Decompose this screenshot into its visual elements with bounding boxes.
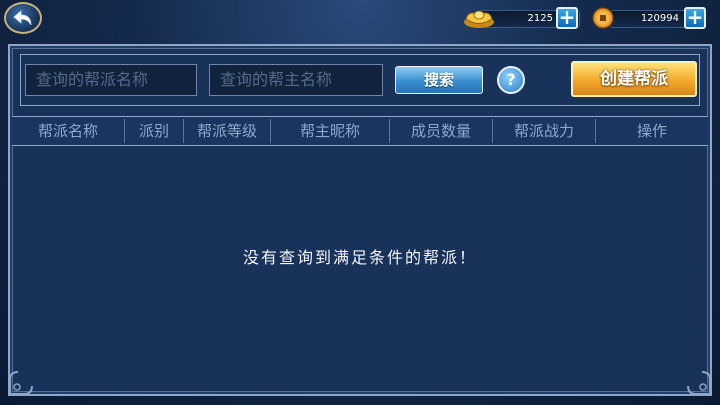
corner-ornament-icon xyxy=(687,371,711,395)
back-arrow-icon xyxy=(13,10,32,26)
column-member-count: 成员数量 xyxy=(410,122,471,140)
create-guild-button[interactable]: 创建帮派 xyxy=(571,61,697,97)
guild-table: 帮派名称 派别 帮派等级 帮主昵称 成员数量 帮派战力 操作 没有查询到满足条件… xyxy=(12,116,708,386)
gold-currency: 2125 + xyxy=(462,6,582,30)
copper-coin-icon xyxy=(592,7,614,29)
gold-ingot-icon xyxy=(464,10,494,28)
guild-search-panel: 查询的帮派名称 查询的帮主名称 搜索 ? 创建帮派 帮派名称 派别 帮派等级 帮… xyxy=(8,44,712,396)
corner-ornament-icon xyxy=(9,371,33,395)
search-bar: 查询的帮派名称 查询的帮主名称 搜索 ? 创建帮派 xyxy=(20,54,700,106)
column-faction: 派别 xyxy=(138,122,169,140)
table-header: 帮派名称 派别 帮派等级 帮主昵称 成员数量 帮派战力 操作 xyxy=(12,116,708,146)
column-guild-level: 帮派等级 xyxy=(196,122,257,140)
empty-result-message: 没有查询到满足条件的帮派！ xyxy=(242,248,477,267)
search-button[interactable]: 搜索 xyxy=(395,66,483,94)
column-guild-name: 帮派名称 xyxy=(37,122,98,140)
coin-currency: 120994 + xyxy=(592,6,710,30)
add-coin-button[interactable]: + xyxy=(684,7,706,29)
back-button[interactable] xyxy=(4,2,42,34)
column-leader-name: 帮主昵称 xyxy=(299,122,360,140)
help-icon[interactable]: ? xyxy=(497,66,525,94)
add-gold-button[interactable]: + xyxy=(556,7,578,29)
column-guild-power: 帮派战力 xyxy=(513,122,574,140)
guild-name-input[interactable]: 查询的帮派名称 xyxy=(25,64,197,96)
leader-name-input[interactable]: 查询的帮主名称 xyxy=(209,64,383,96)
column-actions: 操作 xyxy=(636,122,667,140)
